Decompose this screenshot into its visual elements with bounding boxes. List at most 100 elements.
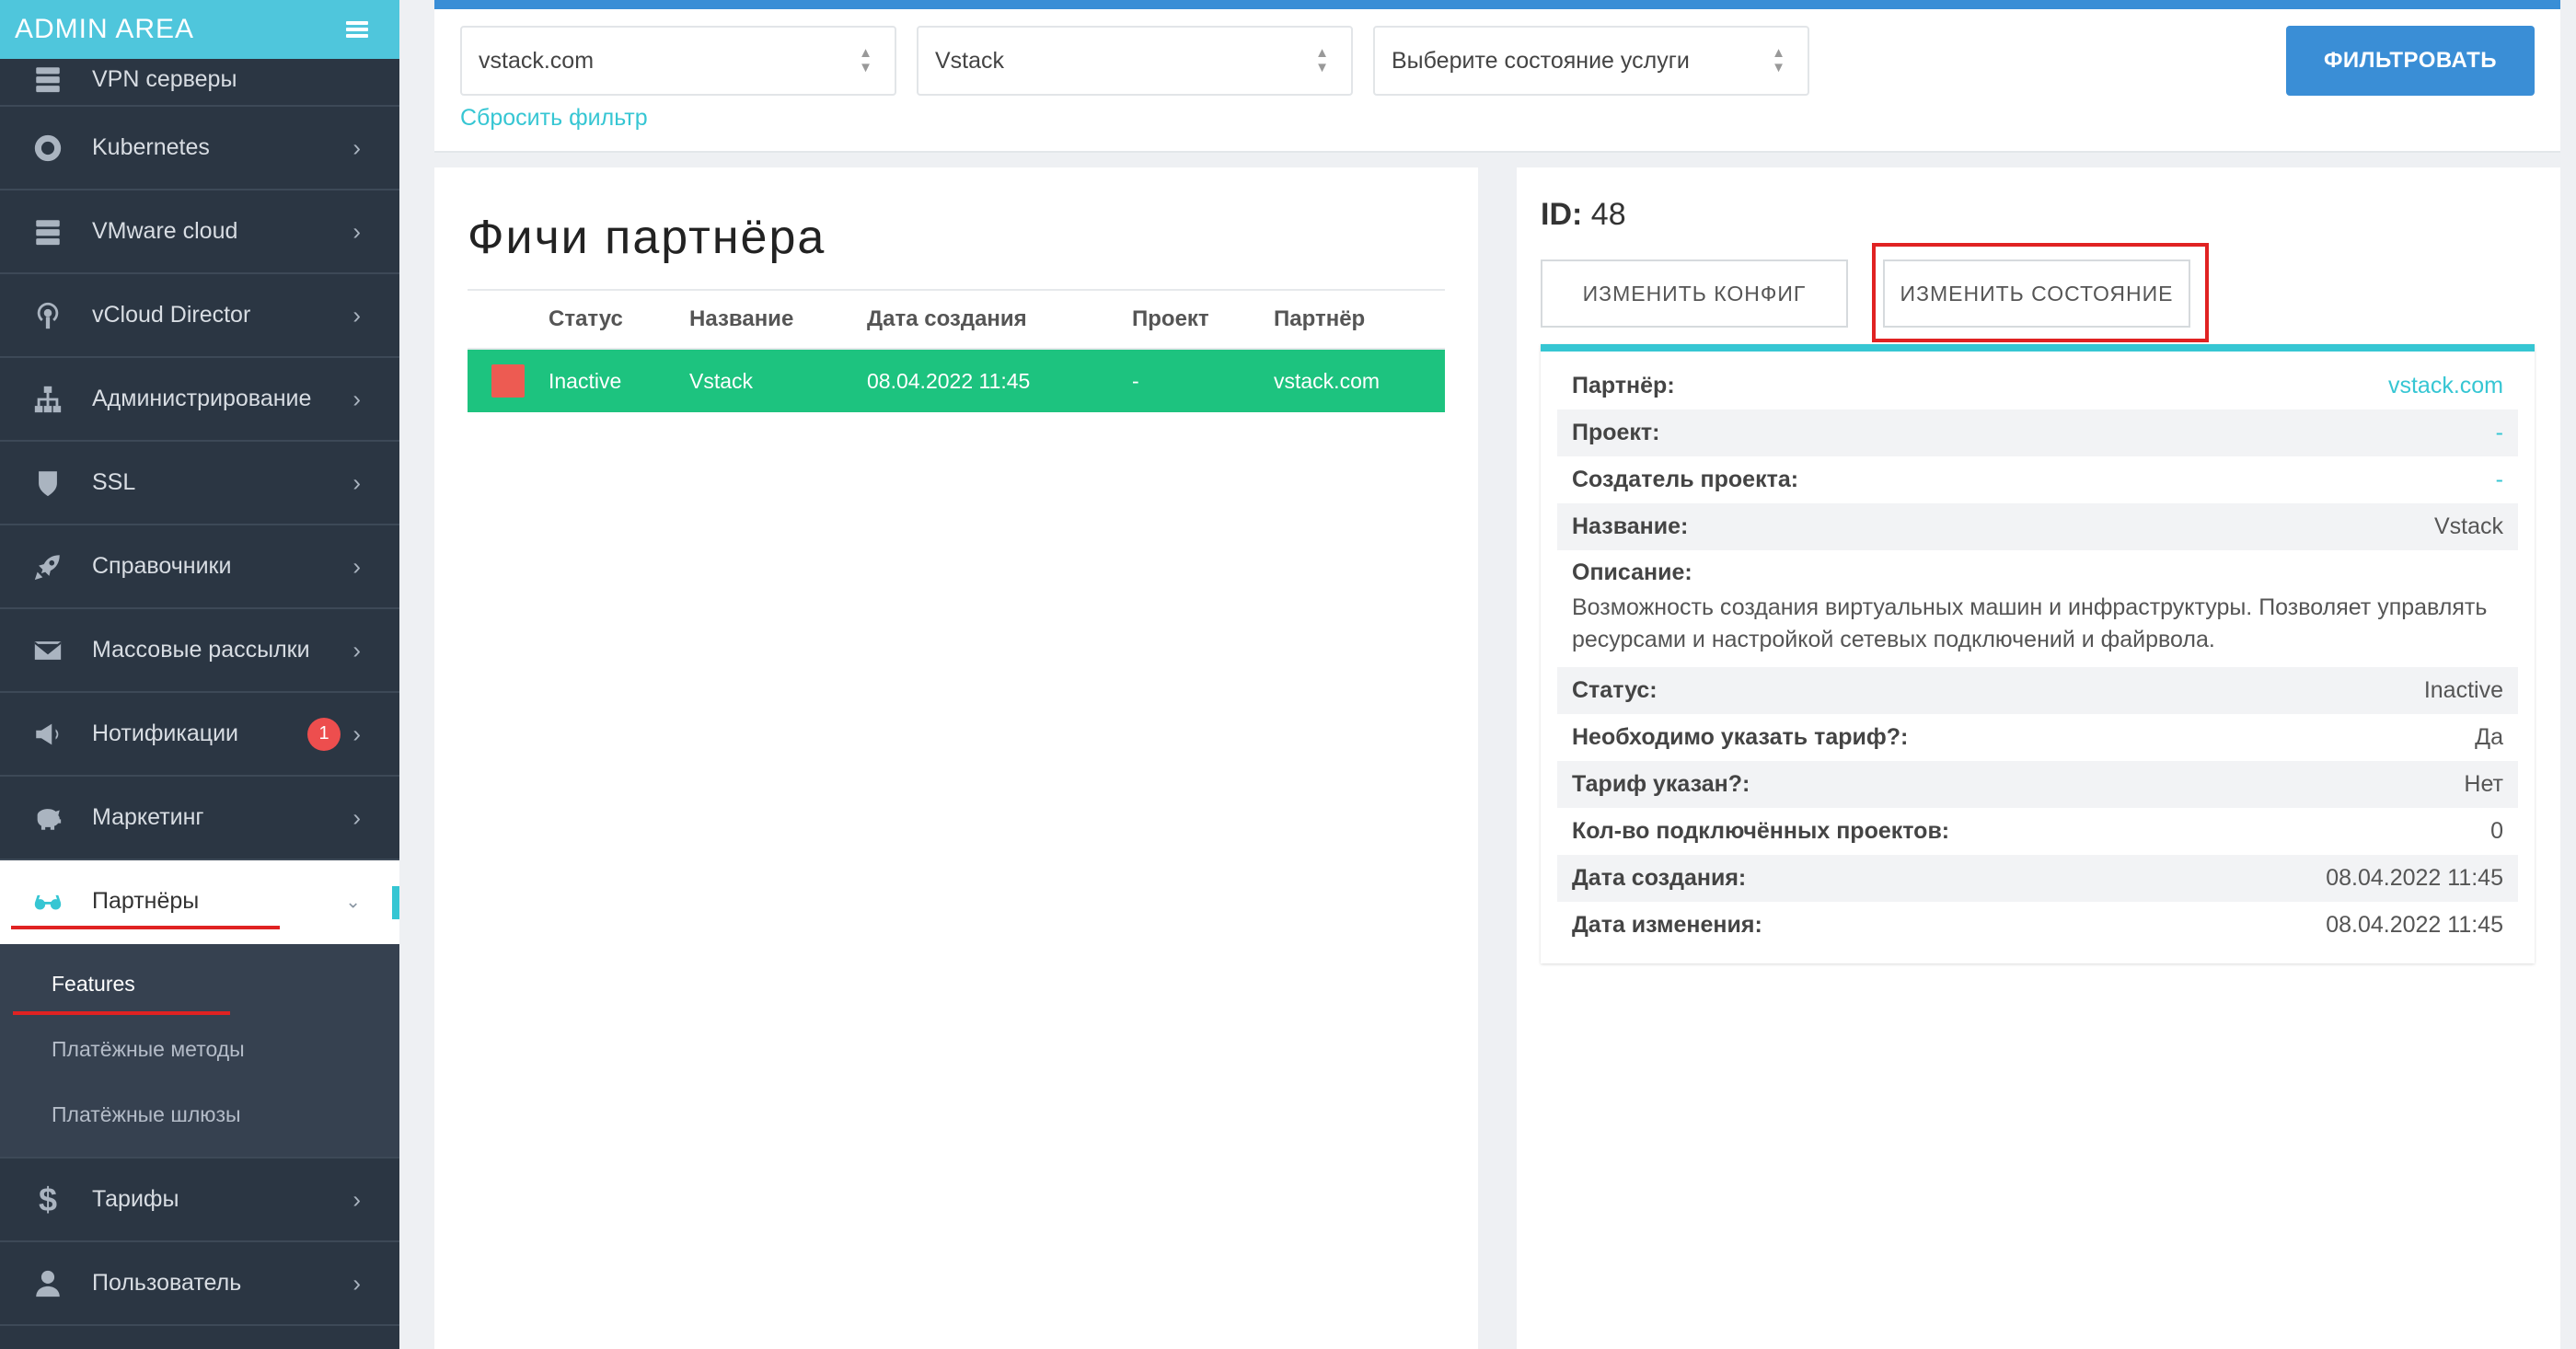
partner-link[interactable]: vstack.com	[2388, 373, 2503, 399]
detail-row-project: Проект: -	[1557, 409, 2518, 456]
sidebar-item-label: Пользователь	[92, 1270, 242, 1296]
submenu-item-label: Платёжные методы	[52, 1037, 245, 1061]
sidebar-item-label: Партнёры	[92, 888, 200, 914]
detail-list: Партнёр: vstack.com Проект: - Создатель …	[1541, 344, 2535, 963]
table-header: Статус Название Дата создания Проект Пар…	[468, 289, 1445, 350]
submenu-item-features[interactable]: Features	[0, 951, 399, 1017]
detail-row-name: Название: Vstack	[1557, 503, 2518, 550]
brand-bar: ADMIN AREA	[0, 0, 399, 59]
project-link[interactable]: -	[2496, 420, 2503, 446]
table-row[interactable]: Inactive Vstack 08.04.2022 11:45 - vstac…	[468, 350, 1445, 412]
sidebar: ADMIN AREA VPN серверы Kubernetes › VMwa…	[0, 0, 399, 1349]
cell-created: 08.04.2022 11:45	[867, 368, 1031, 393]
column-header[interactable]: Статус	[549, 306, 689, 332]
chevron-right-icon: ›	[352, 217, 361, 245]
detail-row-created: Дата создания: 08.04.2022 11:45	[1557, 855, 2518, 902]
detail-row-creator: Создатель проекта: -	[1572, 467, 2503, 493]
column-header[interactable]: Партнёр	[1274, 306, 1445, 332]
edit-state-button[interactable]: ИЗМЕНИТЬ СОСТОЯНИЕ	[1883, 259, 2190, 328]
sidebar-item-kubernetes[interactable]: Kubernetes ›	[0, 107, 399, 190]
state-select-placeholder: Выберите состояние услуги	[1392, 47, 1690, 74]
lifebuoy-icon	[29, 130, 66, 167]
column-header[interactable]: Дата создания	[867, 306, 1132, 332]
sidebar-item-notifications[interactable]: Нотификации 1 ›	[0, 693, 399, 777]
chevron-down-icon: ⌄	[345, 892, 361, 912]
sidebar-item-vmware-cloud[interactable]: VMware cloud ›	[0, 190, 399, 274]
sidebar-item-label: Массовые рассылки	[92, 637, 310, 663]
chevron-right-icon: ›	[352, 552, 361, 580]
detail-row-partner: Партнёр: vstack.com	[1572, 373, 2503, 399]
sidebar-item-label: SSL	[92, 469, 136, 495]
sidebar-item-mass-mailing[interactable]: Массовые рассылки ›	[0, 609, 399, 693]
sidebar-item-label: VPN серверы	[92, 65, 237, 92]
sidebar-item-label: Справочники	[92, 553, 232, 579]
features-panel: Фичи партнёра Статус Название Дата созда…	[434, 167, 1478, 1349]
filter-panel: vstack.com ▲ ▼ Vstack ▲ ▼ Выберите состоян…	[434, 0, 2560, 153]
user-icon	[29, 1265, 66, 1302]
cell-partner: vstack.com	[1274, 368, 1380, 393]
chevron-right-icon: ›	[352, 468, 361, 496]
column-header[interactable]: Название	[689, 306, 867, 332]
brand-title: ADMIN AREA	[15, 14, 195, 44]
detail-panel: ID: 48 ИЗМЕНИТЬ КОНФИГ ИЗМЕНИТЬ СОСТОЯНИ…	[1517, 167, 2560, 1349]
sidebar-item-ssl[interactable]: SSL ›	[0, 442, 399, 525]
sidebar-item-user[interactable]: Пользователь ›	[0, 1242, 399, 1326]
detail-row-projects-count: Кол-во подключённых проектов: 0	[1572, 818, 2503, 844]
sidebar-item-vcloud-director[interactable]: vCloud Director ›	[0, 274, 399, 358]
detail-row-updated: Дата изменения: 08.04.2022 11:45	[1572, 912, 2503, 938]
active-indicator	[392, 886, 399, 919]
sidebar-item-label: Маркетинг	[92, 804, 204, 830]
sidebar-item-partners[interactable]: Партнёры ⌄	[0, 860, 399, 944]
project-select-value: Vstack	[935, 47, 1005, 74]
chevron-right-icon: ›	[352, 301, 361, 329]
edit-config-button[interactable]: ИЗМЕНИТЬ КОНФИГ	[1541, 259, 1848, 328]
partner-select[interactable]: vstack.com ▲ ▼	[460, 26, 896, 96]
state-select[interactable]: Выберите состояние услуги ▲ ▼	[1373, 26, 1809, 96]
creator-link[interactable]: -	[2496, 467, 2503, 493]
sidebar-item-label: Администрирование	[92, 386, 312, 411]
server-icon	[29, 213, 66, 250]
highlight-underline	[13, 1011, 230, 1015]
detail-row-description: Описание: Возможность создания виртуальн…	[1572, 559, 2488, 652]
chevron-right-icon: ›	[352, 385, 361, 412]
feature-id: ID: 48	[1541, 197, 1626, 232]
cell-name: Vstack	[689, 368, 754, 393]
submenu-item-payment-gateways[interactable]: Платёжные шлюзы	[0, 1082, 399, 1147]
sitemap-icon	[29, 381, 66, 418]
detail-row-status: Статус: Inactive	[1557, 667, 2518, 714]
chevron-right-icon: ›	[352, 803, 361, 831]
envelope-icon	[29, 632, 66, 669]
feature-id-value: 48	[1590, 197, 1626, 232]
sidebar-item-tariffs[interactable]: $ Тарифы ›	[0, 1159, 399, 1242]
sidebar-item-label: VMware cloud	[92, 218, 238, 244]
sort-arrows-icon: ▲ ▼	[859, 45, 872, 75]
chevron-right-icon: ›	[352, 636, 361, 663]
cell-status: Inactive	[549, 368, 622, 393]
reset-filter-link[interactable]: Сбросить фильтр	[460, 105, 648, 132]
chevron-right-icon: ›	[352, 133, 361, 161]
sidebar-item-vpn-servers[interactable]: VPN серверы	[0, 53, 399, 107]
filter-button[interactable]: ФИЛЬТРОВАТЬ	[2286, 26, 2535, 96]
sidebar-item-marketing[interactable]: Маркетинг ›	[0, 777, 399, 860]
megaphone-icon	[29, 716, 66, 753]
sidebar-item-references[interactable]: Справочники ›	[0, 525, 399, 609]
cell-project: -	[1132, 368, 1139, 393]
project-select[interactable]: Vstack ▲ ▼	[917, 26, 1353, 96]
partner-select-value: vstack.com	[479, 47, 595, 74]
dollar-icon: $	[38, 1180, 58, 1218]
submenu-item-label: Features	[52, 972, 135, 996]
features-table: Статус Название Дата создания Проект Пар…	[468, 289, 1445, 412]
sidebar-item-administration[interactable]: Администрирование ›	[0, 358, 399, 442]
hamburger-menu-icon[interactable]	[346, 21, 368, 38]
chevron-right-icon: ›	[352, 1269, 361, 1297]
sidebar-item-label: vCloud Director	[92, 302, 251, 328]
podcast-icon	[29, 297, 66, 334]
server-icon	[29, 61, 66, 98]
status-indicator	[491, 364, 525, 398]
sort-arrows-icon: ▲ ▼	[1315, 45, 1329, 75]
page-title: Фичи партнёра	[468, 211, 826, 264]
sort-arrows-icon: ▲ ▼	[1772, 45, 1785, 75]
column-header[interactable]: Проект	[1132, 306, 1274, 332]
submenu-item-label: Платёжные шлюзы	[52, 1102, 241, 1126]
submenu-item-payment-methods[interactable]: Платёжные методы	[0, 1017, 399, 1082]
